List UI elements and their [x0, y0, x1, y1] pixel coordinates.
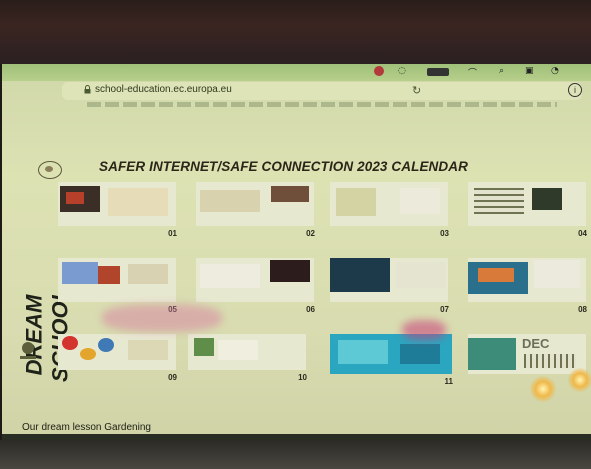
small-logo-icon — [20, 342, 36, 359]
month-card-06[interactable]: 06 — [196, 258, 315, 314]
laptop-screen: ◌ ⌒ ⌕ ▣ ◔ school-education.ec.europa.eu … — [2, 64, 591, 442]
month-number: 09 — [168, 373, 177, 382]
record-icon[interactable] — [374, 66, 384, 76]
month-card-08[interactable]: 08 — [468, 258, 587, 314]
month-number: 11 — [444, 377, 453, 386]
month-card-04[interactable]: 04 — [468, 182, 587, 238]
month-number: 06 — [306, 305, 315, 314]
wifi-icon[interactable]: ◌ — [398, 66, 406, 78]
notification-icon[interactable]: ◔ — [551, 66, 559, 78]
month-number: 01 — [168, 229, 177, 238]
url-text[interactable]: school-education.ec.europa.eu — [95, 84, 232, 95]
month-number: 08 — [578, 305, 587, 314]
month-number: 03 — [440, 229, 449, 238]
glare-smear — [102, 304, 222, 332]
month-card-01[interactable]: 01 — [58, 182, 177, 238]
month-number: 10 — [298, 373, 307, 382]
month-card-11[interactable]: 11 — [330, 334, 453, 386]
month-card-12[interactable]: DEC 12 — [468, 334, 587, 386]
lock-icon — [84, 85, 91, 94]
room-background-top — [0, 0, 591, 64]
search-icon[interactable]: ⌕ — [499, 66, 504, 78]
month-card-10[interactable]: 10 — [188, 334, 307, 382]
glare-smear — [402, 320, 446, 340]
blurred-text-line — [87, 102, 557, 107]
month-number: 04 — [578, 229, 587, 238]
footer-caption: Our dream lesson Gardening — [22, 422, 151, 433]
month-card-03[interactable]: 03 — [330, 182, 449, 238]
room-background-bottom — [0, 440, 591, 469]
control-center-icon[interactable]: ⌒ — [468, 66, 477, 79]
dec-label: DEC — [522, 336, 550, 351]
battery-icon[interactable] — [427, 68, 449, 76]
light-reflection — [530, 376, 556, 402]
month-card-09[interactable]: 09 — [58, 334, 177, 382]
light-reflection — [568, 368, 591, 392]
menu-bar: ◌ ⌒ ⌕ ▣ ◔ — [2, 64, 591, 81]
reload-icon[interactable]: ↻ — [412, 84, 421, 97]
school-logo-icon — [38, 161, 62, 179]
month-card-07[interactable]: 07 — [330, 258, 449, 314]
page-title: SAFER INTERNET/SAFE CONNECTION 2023 CALE… — [99, 159, 468, 174]
month-number: 07 — [440, 305, 449, 314]
user-icon[interactable]: ▣ — [525, 66, 534, 78]
month-number: 02 — [306, 229, 315, 238]
month-card-02[interactable]: 02 — [196, 182, 315, 238]
info-icon[interactable]: i — [568, 83, 582, 97]
month-card-05[interactable]: 05 — [58, 258, 177, 314]
